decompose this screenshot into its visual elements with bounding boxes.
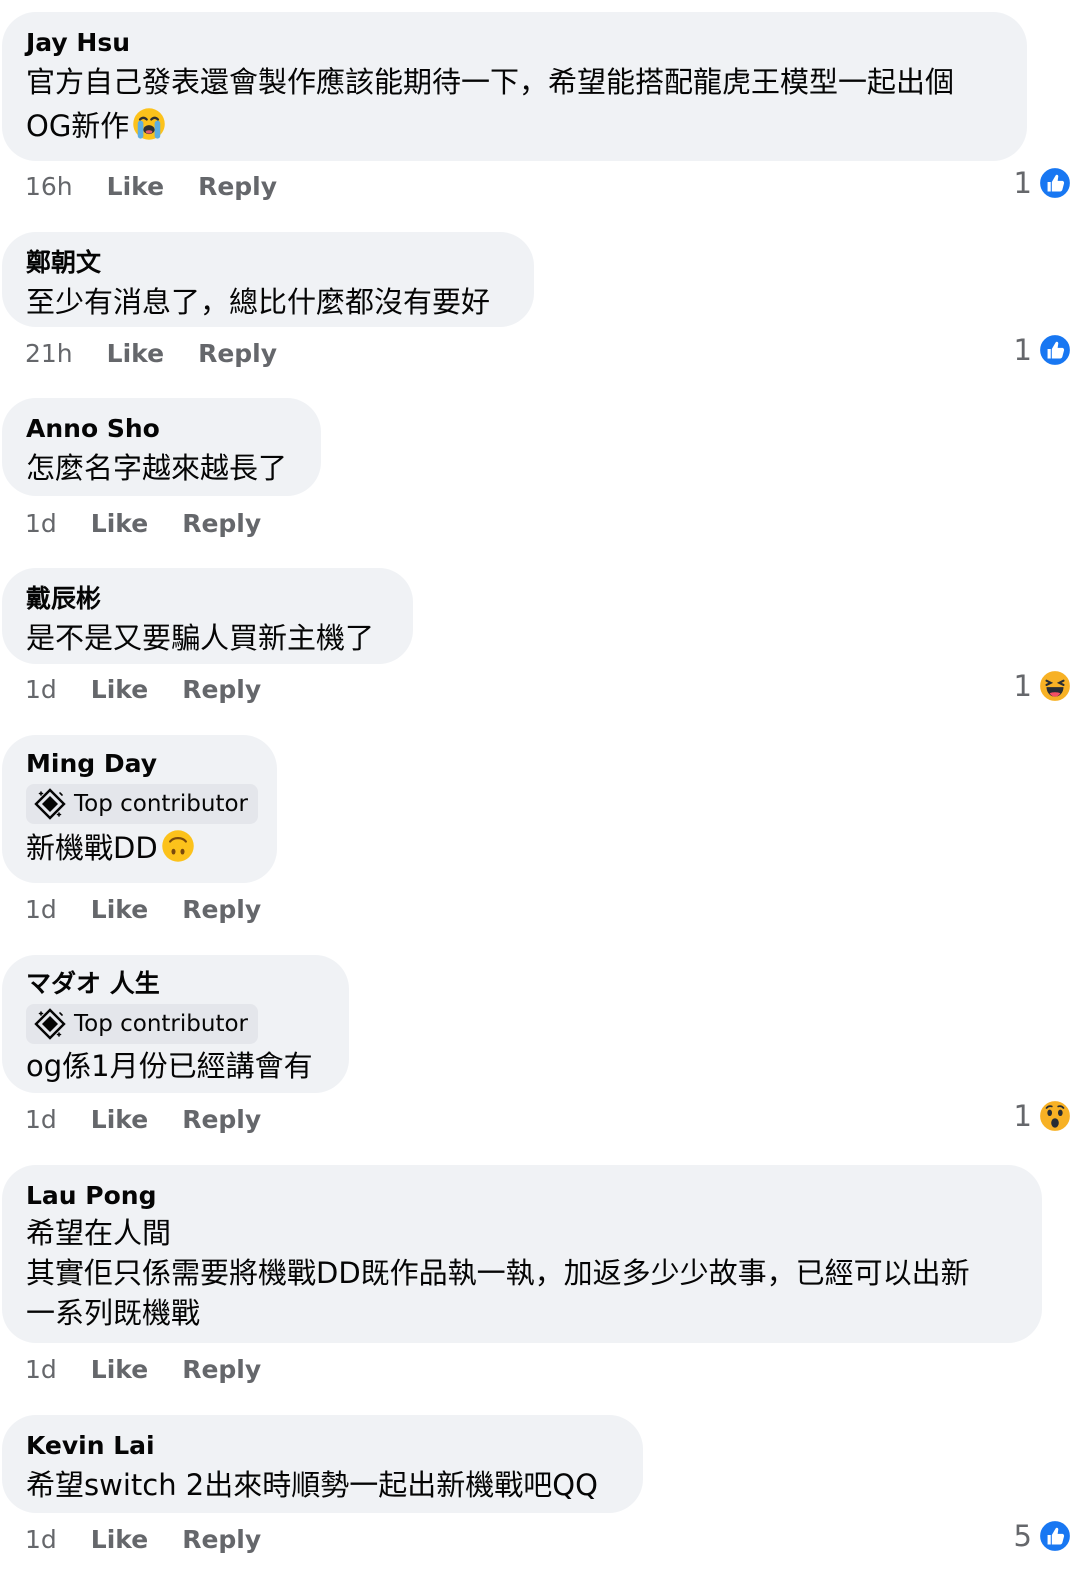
reaction-summary[interactable]: 1 [1014,669,1072,703]
reaction-summary[interactable]: 1 [1014,333,1072,367]
comment-author[interactable]: Jay Hsu [26,26,1003,60]
comment-actions: 21h Like Reply [25,337,311,371]
top-contributor-icon [34,1008,66,1040]
like-button[interactable]: Like [91,893,148,927]
comment-timestamp[interactable]: 1d [25,507,57,541]
reply-button[interactable]: Reply [182,1103,261,1137]
comment-bubble: Anno Sho 怎麼名字越來越長了 [2,398,321,496]
upside-down-face-emoji [160,828,196,864]
like-reaction-icon [1038,333,1072,367]
reply-button[interactable]: Reply [182,1523,261,1557]
haha-reaction-icon [1038,669,1072,703]
comment-text-content: 新機戰DD [26,831,158,865]
comment-bubble: Jay Hsu 官方自己發表還會製作應該能期待一下，希望能搭配龍虎王模型一起出個… [2,12,1027,161]
reply-button[interactable]: Reply [182,893,261,927]
badge-label: Top contributor [74,791,249,817]
comment-bubble: Ming Day Top contributor 新機戰DD [2,735,277,883]
reply-button[interactable]: Reply [198,337,277,371]
reply-button[interactable]: Reply [198,170,277,204]
comment-bubble: 鄭朝文 至少有消息了，總比什麼都沒有要好 [2,232,534,327]
wow-reaction-icon [1038,1099,1072,1133]
top-contributor-badge[interactable]: Top contributor [26,1004,259,1044]
reaction-summary[interactable]: 5 [1014,1519,1072,1553]
like-reaction-icon [1038,166,1072,200]
comment-bubble: 戴辰彬 是不是又要騙人買新主機了 [2,568,413,664]
comment-timestamp[interactable]: 1d [25,1103,57,1137]
like-button[interactable]: Like [91,673,148,707]
comment-text: 希望在人間 其實佢只係需要將機戰DD既作品執一執，加返多少少故事，已經可以出新 … [26,1216,970,1330]
reply-button[interactable]: Reply [182,673,261,707]
comment-text: 怎麼名字越來越長了 [26,451,288,485]
comment-text: 至少有消息了，總比什麼都沒有要好 [26,285,491,319]
comment-actions: 1d Like Reply [25,893,295,927]
comment-text: 官方自己發表還會製作應該能期待一下，希望能搭配龍虎王模型一起出個 OG新作 [26,60,1003,148]
comment-actions: 16h Like Reply [25,170,311,204]
comment-author[interactable]: 鄭朝文 [26,246,510,280]
top-contributor-icon [34,788,66,820]
comment-timestamp[interactable]: 1d [25,893,57,927]
comment-author[interactable]: マダオ 人生 [26,967,325,1001]
like-button[interactable]: Like [107,170,164,204]
badge-label: Top contributor [74,1011,249,1037]
reaction-count: 5 [1013,1519,1032,1553]
reaction-count: 1 [1013,1099,1032,1133]
reaction-summary[interactable]: 1 [1014,1099,1072,1133]
comment-feed: Jay Hsu 官方自己發表還會製作應該能期待一下，希望能搭配龍虎王模型一起出個… [0,0,1092,1575]
reaction-count: 1 [1013,333,1032,367]
comment-author[interactable]: Anno Sho [26,412,297,446]
comment-author[interactable]: Kevin Lai [26,1429,619,1463]
comment-actions: 1d Like Reply [25,673,295,707]
comment-actions: 1d Like Reply [25,1523,295,1557]
comment-author[interactable]: 戴辰彬 [26,582,389,616]
comment-author[interactable]: Ming Day [26,747,253,781]
like-button[interactable]: Like [91,1523,148,1557]
comment-actions: 1d Like Reply [25,1103,295,1137]
like-button[interactable]: Like [107,337,164,371]
comment-text: og係1月份已經講會有 [26,1049,313,1083]
comment-bubble: マダオ 人生 Top contributor og係1月份已經講會有 [2,955,349,1093]
comment-actions: 1d Like Reply [25,507,295,541]
comment-text: 新機戰DD [26,828,253,868]
comment-author[interactable]: Lau Pong [26,1179,1018,1213]
comment-bubble: Kevin Lai 希望switch 2出來時順勢一起出新機戰吧QQ [2,1415,643,1513]
comment-timestamp[interactable]: 16h [25,170,73,204]
comment-text: 是不是又要騙人買新主機了 [26,621,375,655]
comment-text: 希望switch 2出來時順勢一起出新機戰吧QQ [26,1468,598,1502]
reply-button[interactable]: Reply [182,507,261,541]
like-button[interactable]: Like [91,507,148,541]
comment-timestamp[interactable]: 1d [25,673,57,707]
like-button[interactable]: Like [91,1353,148,1387]
like-reaction-icon [1038,1519,1072,1553]
comment-timestamp[interactable]: 21h [25,337,73,371]
like-button[interactable]: Like [91,1103,148,1137]
reply-button[interactable]: Reply [182,1353,261,1387]
comment-timestamp[interactable]: 1d [25,1523,57,1557]
comment-timestamp[interactable]: 1d [25,1353,57,1387]
top-contributor-badge[interactable]: Top contributor [26,784,259,824]
reaction-summary[interactable]: 1 [1014,166,1072,200]
loudly-crying-face-emoji [131,106,167,142]
comment-bubble: Lau Pong 希望在人間 其實佢只係需要將機戰DD既作品執一執，加返多少少故… [2,1165,1042,1343]
reaction-count: 1 [1013,166,1032,200]
reaction-count: 1 [1013,669,1032,703]
comment-actions: 1d Like Reply [25,1353,295,1387]
